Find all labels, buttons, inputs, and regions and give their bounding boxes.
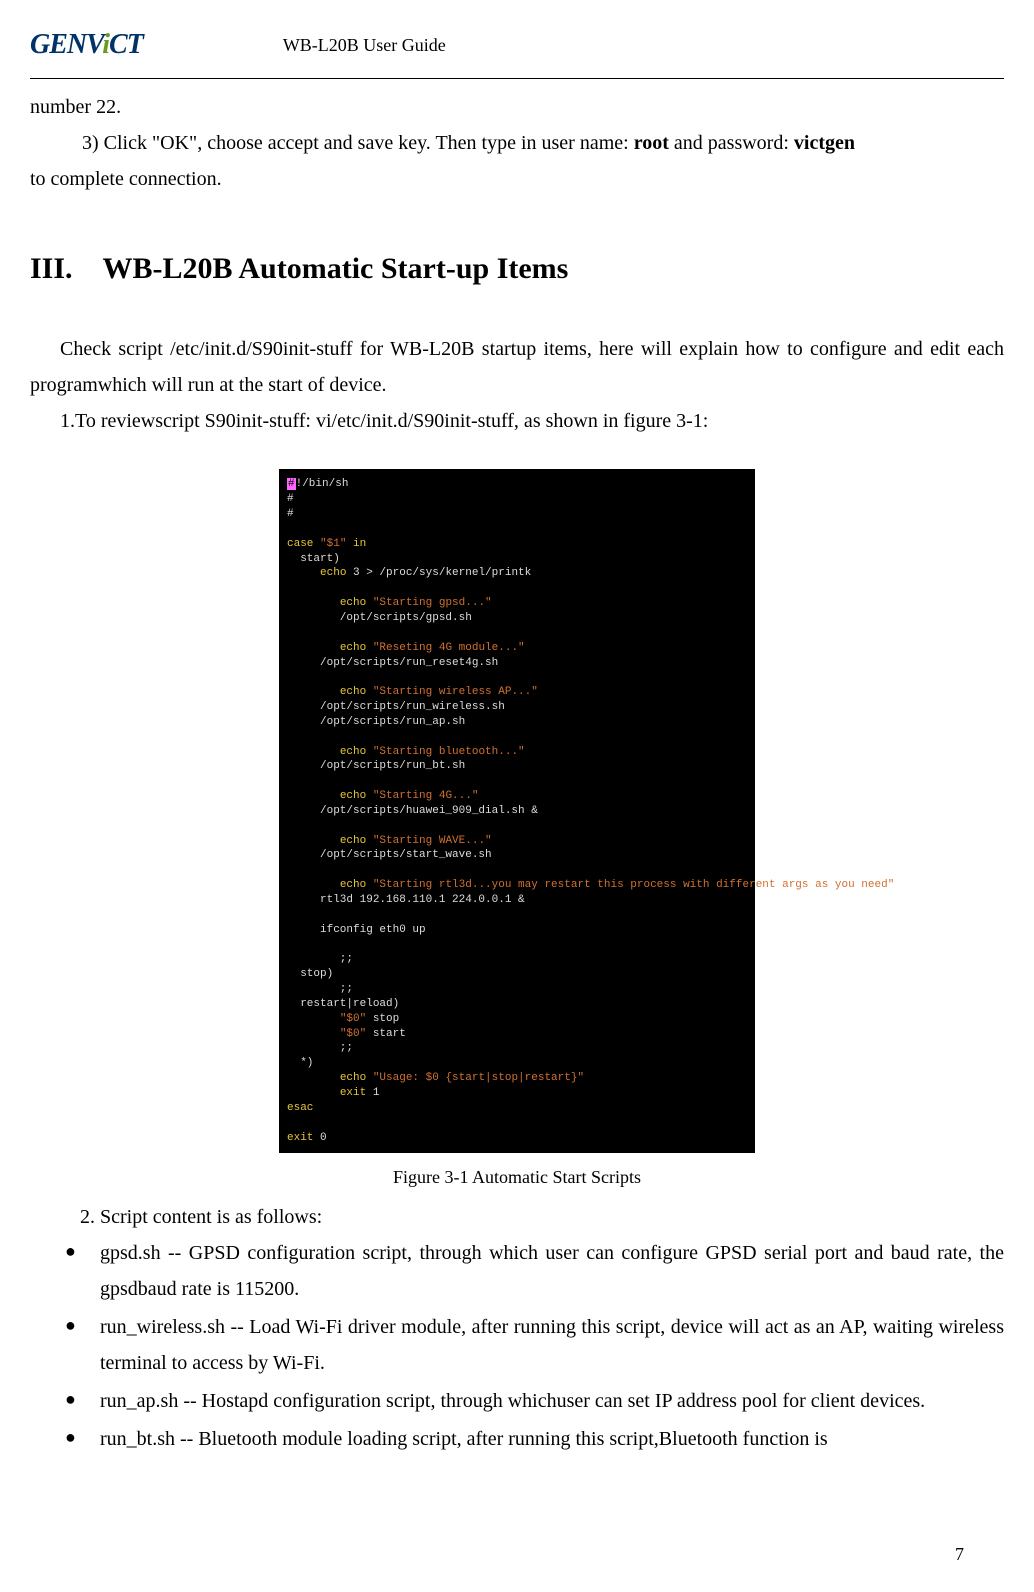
bold-root: root xyxy=(634,132,669,154)
text: and password: xyxy=(669,132,794,154)
figure-caption: Figure 3-1 Automatic Start Scripts xyxy=(30,1161,1004,1193)
page-header: GENViCT WB-L20B User Guide xyxy=(30,20,1004,79)
page-number: 7 xyxy=(955,1538,964,1570)
bold-victgen: victgen xyxy=(794,132,855,154)
section-para: Check script /etc/init.d/S90init-stuff f… xyxy=(30,331,1004,403)
list-item: run_ap.sh -- Hostapd configuration scrip… xyxy=(65,1383,1004,1419)
section-title: WB-L20B Automatic Start-up Items xyxy=(103,252,569,285)
section-para: 1.To reviewscript S90init-stuff: vi/etc/… xyxy=(30,403,1004,439)
section-roman: III. xyxy=(30,252,73,285)
list-item: run_bt.sh -- Bluetooth module loading sc… xyxy=(65,1421,1004,1457)
doc-title: WB-L20B User Guide xyxy=(283,29,446,61)
list-item: gpsd.sh -- GPSD configuration script, th… xyxy=(65,1235,1004,1307)
list-item: run_wireless.sh -- Load Wi-Fi driver mod… xyxy=(65,1309,1004,1381)
section-para: 2. Script content is as follows: xyxy=(80,1199,1004,1235)
bullet-list: gpsd.sh -- GPSD configuration script, th… xyxy=(30,1235,1004,1457)
body-text: 3) Click "OK", choose accept and save ke… xyxy=(30,125,1004,161)
terminal-screenshot: #!/bin/sh # # case "$1" in start) echo 3… xyxy=(279,469,755,1153)
section-heading: III. WB-L20B Automatic Start-up Items xyxy=(30,242,1004,296)
body-text: to complete connection. xyxy=(30,161,1004,197)
logo: GENViCT xyxy=(30,20,143,70)
body-text: number 22. xyxy=(30,89,1004,125)
text: 3) Click "OK", choose accept and save ke… xyxy=(82,132,634,154)
